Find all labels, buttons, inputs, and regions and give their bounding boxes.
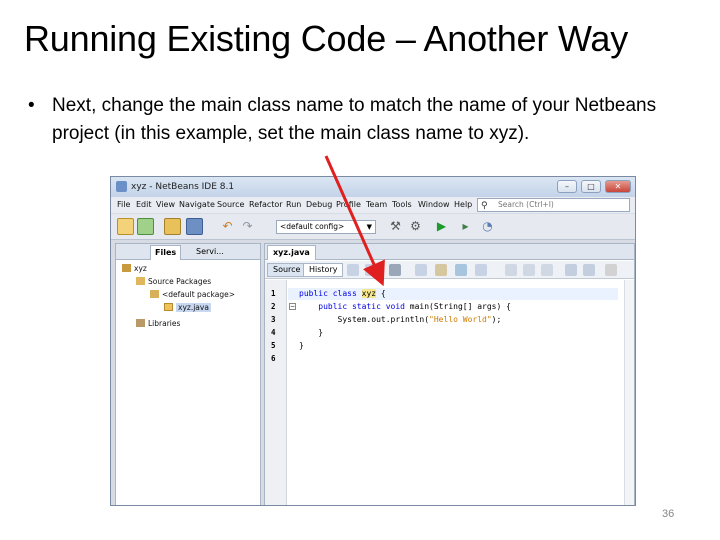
find-icon[interactable] [415,264,427,276]
code-line[interactable]: } [299,341,304,350]
line-number: 2 [271,302,276,311]
menu-run[interactable]: Run [286,200,301,209]
editor-toolbar: Source History [265,261,634,279]
config-value: <default config> [280,222,345,231]
search-icon: ⚲ [481,201,488,211]
menu-help[interactable]: Help [454,200,472,209]
shift-left-icon[interactable] [565,264,577,276]
open-project-icon[interactable] [164,218,181,235]
menu-source[interactable]: Source [217,200,244,209]
class-name: xyz [361,289,377,298]
profile-icon[interactable]: ◔ [479,218,496,235]
menu-refactor[interactable]: Refactor [249,200,283,209]
find-next-icon[interactable] [455,264,467,276]
chevron-down-icon: ▼ [366,223,372,231]
line-number: 4 [271,328,276,337]
line-number-gutter: 1 2 3 4 5 6 [265,280,287,505]
minimize-button[interactable]: – [557,180,577,193]
new-file-icon[interactable] [137,218,154,235]
line-number: 5 [271,341,276,350]
tree-node-java-file[interactable]: xyz.java [164,303,211,312]
new-project-icon[interactable] [117,218,134,235]
bullet-text: Next, change the main class name to matc… [52,95,657,144]
window-titlebar: xyz - NetBeans IDE 8.1 – □ ✕ [111,177,635,197]
projects-panel: Files Servi... xyz Source Packages <defa… [115,243,261,505]
line-number: 3 [271,315,276,324]
maximize-button[interactable]: □ [581,180,601,193]
toggle-icon[interactable] [389,264,401,276]
package-icon [150,290,159,298]
bullet-marker: • [28,95,35,116]
line-number: 1 [271,289,276,298]
build-icon[interactable]: ⚒ [387,218,404,235]
back-icon[interactable] [347,264,359,276]
java-file-icon [164,303,173,311]
line-number: 6 [271,354,276,363]
fold-toggle-icon[interactable]: − [289,303,296,310]
menu-navigate[interactable]: Navigate [179,200,215,209]
tree-node-source-packages[interactable]: Source Packages [136,277,211,286]
slide-number: 36 [662,508,675,520]
redo-icon[interactable]: ↷ [239,218,256,235]
menu-edit[interactable]: Edit [136,200,152,209]
macro-icon[interactable] [605,264,617,276]
tree-node-libraries[interactable]: Libraries [136,319,180,328]
panel-tabs: Files Servi... [116,244,260,260]
close-button[interactable]: ✕ [605,180,631,193]
search-box[interactable]: ⚲ Search (Ctrl+I) [477,198,630,212]
tree-node-project[interactable]: xyz [122,264,147,273]
debug-icon[interactable]: ▸ [457,218,474,235]
clean-build-icon[interactable]: ⚙ [407,218,424,235]
save-all-icon[interactable] [186,218,203,235]
search-placeholder: Search (Ctrl+I) [498,200,554,209]
undo-icon[interactable]: ↶ [219,218,236,235]
editor-tab-bar: xyz.java [265,244,634,260]
project-icon [122,264,131,272]
code-editor: xyz.java Source History 1 2 3 4 5 6 − pu… [264,243,635,505]
code-line[interactable]: public static void main(String[] args) { [299,302,511,311]
package-folder-icon [136,277,145,285]
config-dropdown[interactable]: <default config> ▼ [276,220,376,234]
editor-scrollbar[interactable] [624,280,634,505]
slide-title: Running Existing Code – Another Way [24,18,629,59]
find-previous-icon[interactable] [435,264,447,276]
code-line[interactable]: System.out.println("Hello World"); [299,315,502,324]
highlight-icon[interactable] [475,264,487,276]
main-toolbar: ↶ ↷ <default config> ▼ ⚒ ⚙ ▶ ▸ ◔ [111,214,635,240]
history-tab[interactable]: History [303,263,344,277]
code-line[interactable]: } [299,328,323,337]
forward-icon[interactable] [365,264,377,276]
tab-xyz-java[interactable]: xyz.java [267,245,316,260]
netbeans-app-icon [116,181,127,192]
prev-bookmark-icon[interactable] [505,264,517,276]
menu-profile[interactable]: Profile [336,200,361,209]
run-icon[interactable]: ▶ [433,218,450,235]
toggle-bookmark-icon[interactable] [541,264,553,276]
shift-right-icon[interactable] [583,264,595,276]
menu-window[interactable]: Window [418,200,450,209]
menu-file[interactable]: File [117,200,130,209]
menu-debug[interactable]: Debug [306,200,332,209]
menu-tools[interactable]: Tools [392,200,412,209]
source-tab[interactable]: Source [267,263,307,277]
libraries-icon [136,319,145,327]
menu-view[interactable]: View [156,200,175,209]
tab-files[interactable]: Files [150,245,182,260]
netbeans-screenshot: xyz - NetBeans IDE 8.1 – □ ✕ File Edit V… [110,176,636,506]
menu-team[interactable]: Team [366,200,387,209]
tab-services[interactable]: Servi... [192,245,228,260]
next-bookmark-icon[interactable] [523,264,535,276]
tree-node-default-package[interactable]: <default package> [150,290,235,299]
window-title: xyz - NetBeans IDE 8.1 [131,182,235,192]
code-line[interactable]: public class xyz { [299,289,386,298]
